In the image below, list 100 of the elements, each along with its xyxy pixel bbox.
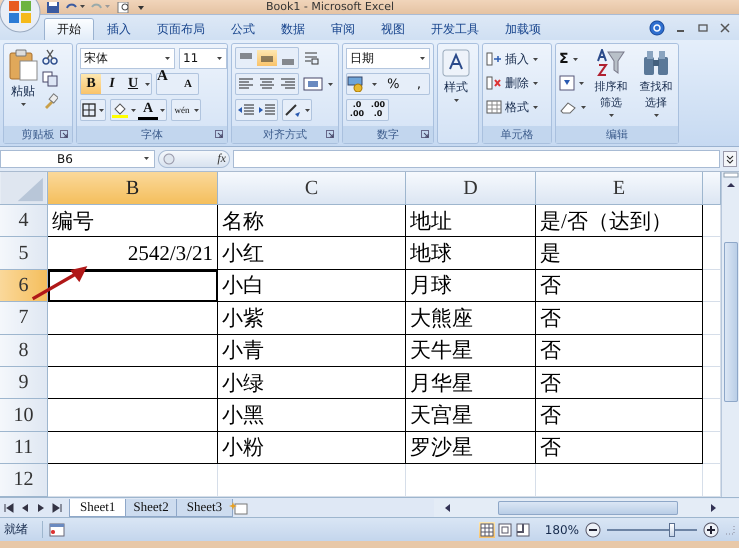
caret-icon[interactable] [370, 82, 378, 86]
ribbon-tab[interactable]: 公式 [218, 18, 268, 40]
caret-icon[interactable] [130, 108, 137, 112]
ribbon-tab[interactable]: 插入 [94, 18, 144, 40]
scissors-icon[interactable] [42, 49, 58, 65]
fill-down-icon[interactable] [559, 75, 575, 91]
cells-menu-button[interactable]: 删除 [486, 73, 539, 93]
row-header[interactable]: 5 [0, 237, 48, 270]
zoom-level[interactable]: 180% [544, 522, 579, 536]
row-header[interactable]: 11 [0, 432, 48, 464]
percent-button[interactable]: % [383, 74, 404, 94]
paste-button[interactable]: 粘贴 [7, 47, 39, 109]
wrap-text-icon[interactable] [303, 50, 321, 66]
row-header[interactable]: 10 [0, 399, 48, 432]
dialog-launcher-icon[interactable] [60, 130, 68, 138]
row-header[interactable]: 7 [0, 302, 48, 335]
caret-icon[interactable] [327, 82, 334, 86]
dialog-launcher-icon[interactable] [421, 130, 429, 138]
sort-filter-icon [596, 49, 626, 77]
sheet-tab[interactable]: Sheet3 [176, 498, 234, 516]
borders-icon[interactable] [81, 102, 97, 118]
eraser-icon[interactable] [559, 100, 577, 114]
ribbon-tab[interactable]: 开发工具 [418, 18, 492, 40]
name-box[interactable]: B6 [0, 150, 155, 168]
row-header[interactable]: 8 [0, 334, 48, 367]
orientation-icon[interactable] [283, 102, 303, 118]
caret-icon[interactable] [304, 108, 311, 112]
dialog-launcher-icon[interactable] [326, 130, 334, 138]
zoom-in-icon[interactable] [703, 522, 719, 538]
caret-icon[interactable] [144, 82, 151, 86]
ribbon-tab[interactable]: 视图 [368, 18, 418, 40]
grow-font-button[interactable]: A [157, 68, 177, 100]
splitter-handle-icon[interactable] [162, 150, 176, 166]
copy-icon[interactable] [42, 71, 58, 87]
delete-cells-icon [486, 75, 502, 91]
caret-icon [216, 56, 223, 60]
cells-menu-button[interactable]: 插入 [486, 49, 539, 69]
macro-record-icon[interactable] [49, 522, 65, 536]
pagebreak-view-icon[interactable] [514, 522, 531, 538]
active-cell[interactable] [48, 270, 218, 302]
styles-button[interactable]: 样式 [441, 47, 471, 105]
table-cell: 天宫星 [406, 399, 536, 432]
ribbon-tab[interactable]: 开始 [44, 18, 94, 40]
close-icon[interactable] [719, 22, 731, 34]
sort-filter-button[interactable]: 排序和筛选 [590, 47, 632, 120]
underline-button[interactable]: U [123, 74, 143, 94]
autosum-button[interactable]: Σ [559, 49, 587, 69]
align-middle-icon[interactable] [257, 50, 277, 66]
help-icon[interactable] [649, 20, 665, 36]
slider-thumb[interactable] [668, 522, 675, 536]
fill-color-icon[interactable] [111, 102, 129, 118]
save-icon[interactable] [46, 2, 60, 12]
cells-menu-button[interactable]: 格式 [486, 97, 539, 117]
caret-icon[interactable] [98, 108, 105, 112]
expand-formula-bar-icon[interactable] [723, 150, 737, 166]
restore-icon[interactable] [697, 22, 709, 34]
italic-button[interactable]: I [102, 74, 122, 94]
table-cell: 否 [536, 432, 703, 464]
vertical-scrollbar[interactable] [721, 172, 739, 497]
currency-icon[interactable] [347, 76, 365, 92]
caret-icon[interactable] [578, 80, 585, 86]
table-cell: 小粉 [218, 432, 406, 464]
formula-input-field[interactable] [233, 150, 720, 168]
column-header[interactable]: C [218, 172, 406, 205]
resize-grip-icon[interactable] [725, 524, 735, 534]
ribbon-tab[interactable]: 页面布局 [144, 18, 218, 40]
caret-icon [452, 98, 460, 103]
ribbon-tab[interactable]: 数据 [268, 18, 318, 40]
increase-decimal-button[interactable]: .0 .00 [347, 100, 367, 120]
row-header[interactable]: 6 [0, 270, 48, 302]
sheet-tab[interactable]: Sheet1 [69, 498, 126, 516]
row-header[interactable]: 12 [0, 464, 48, 497]
dialog-launcher-icon[interactable] [215, 130, 223, 138]
ribbon-tab[interactable]: 审阅 [318, 18, 368, 40]
layout-view-icon[interactable] [496, 522, 513, 538]
comma-button[interactable]: , [408, 74, 429, 94]
insert-function-button[interactable]: fx [217, 151, 226, 166]
bold-button[interactable]: B [81, 74, 101, 94]
font-size-field[interactable]: 11 [179, 48, 227, 68]
ribbon-tab[interactable]: 加载项 [492, 18, 554, 40]
table-cell: 小白 [218, 270, 406, 302]
column-header[interactable]: E [536, 172, 703, 205]
row-header[interactable]: 4 [0, 205, 48, 238]
column-header[interactable]: B [48, 172, 218, 205]
caret-icon[interactable] [193, 108, 200, 112]
caret-icon[interactable] [580, 104, 587, 110]
zoom-out-icon[interactable] [585, 522, 601, 538]
normal-view-icon[interactable] [478, 522, 495, 538]
column-header[interactable]: D [406, 172, 536, 205]
row-header[interactable]: 9 [0, 366, 48, 400]
horizontal-scrollbar[interactable] [434, 498, 739, 516]
decrease-decimal-button[interactable]: .00 .0 [368, 100, 388, 120]
merge-cells-icon[interactable] [303, 76, 323, 92]
number-format-field[interactable]: 日期 [346, 48, 430, 68]
last-sheet-icon[interactable] [51, 502, 63, 514]
find-select-button[interactable]: 查找和选择 [635, 47, 677, 120]
caret-icon[interactable] [159, 108, 166, 112]
font-name-field[interactable]: 宋体 [80, 48, 175, 68]
table-cell: 小紫 [218, 302, 406, 335]
first-sheet-icon[interactable] [3, 502, 15, 514]
